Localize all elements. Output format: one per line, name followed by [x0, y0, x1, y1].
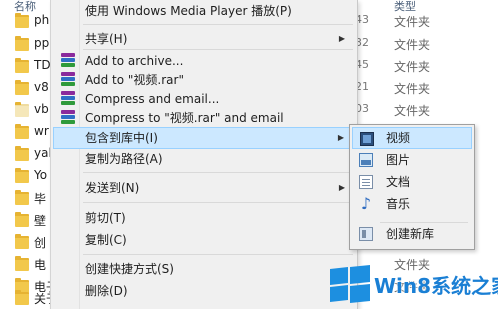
winrar-icon	[61, 53, 75, 68]
menu-item-label: 剪切(T)	[85, 211, 126, 225]
submenu-item-videos[interactable]: 视频	[352, 127, 472, 149]
folder-icon	[15, 256, 29, 271]
file-type: 文件夹	[394, 104, 431, 118]
menu-item-delete[interactable]: 删除(D)	[53, 280, 355, 302]
submenu-item-music[interactable]: ♪ 音乐	[352, 193, 472, 215]
file-type: 文件夹	[394, 15, 431, 29]
menu-item-label: 发送到(N)	[85, 181, 140, 195]
menu-item-label: 复制(C)	[85, 233, 127, 247]
folder-icon	[15, 146, 29, 161]
folder-icon	[15, 212, 29, 227]
file-name: TD	[34, 58, 51, 72]
folder-icon	[15, 168, 29, 183]
file-type: 文件夹	[394, 38, 431, 52]
file-name: 毕	[34, 192, 47, 206]
file-name: ph	[34, 13, 50, 27]
context-menu: 使用 Windows Media Player 播放(P) 共享(H) ▶ Ad…	[50, 0, 358, 309]
menu-item-cut[interactable]: 剪切(T)	[53, 207, 355, 229]
menu-item-create-shortcut[interactable]: 创建快捷方式(S)	[53, 258, 355, 280]
file-name: v8	[34, 80, 49, 94]
menu-item-label: Compress to "视频.rar" and email	[85, 111, 284, 125]
menu-separator	[83, 202, 353, 203]
menu-item-label: 复制为路径(A)	[85, 152, 163, 166]
winrar-icon	[61, 72, 75, 87]
file-type: 文件夹	[394, 60, 431, 74]
menu-item-copy[interactable]: 复制(C)	[53, 229, 355, 251]
submenu-item-label: 图片	[386, 153, 411, 167]
folder-icon	[15, 290, 29, 305]
music-note-icon: ♪	[360, 194, 372, 213]
video-library-icon	[360, 132, 374, 146]
picture-library-icon	[359, 153, 373, 167]
file-name: wr	[34, 124, 49, 138]
submenu-item-label: 创建新库	[386, 227, 435, 241]
submenu-item-label: 视频	[386, 131, 411, 145]
folder-icon	[15, 80, 29, 95]
file-name: 创	[34, 236, 47, 250]
menu-item-include-in-library[interactable]: 包含到库中(I) ▶	[53, 127, 355, 149]
submenu-item-label: 文档	[386, 175, 411, 189]
menu-item-label: 创建快捷方式(S)	[85, 262, 174, 276]
menu-item-compress-rar-email[interactable]: Compress to "视频.rar" and email	[53, 107, 355, 129]
menu-separator	[83, 254, 353, 255]
file-name: vb	[34, 102, 49, 116]
windows-logo-icon	[330, 264, 370, 304]
menu-item-play-wmp[interactable]: 使用 Windows Media Player 播放(P)	[53, 0, 355, 22]
winrar-icon	[61, 110, 75, 125]
document-library-icon	[359, 175, 373, 189]
submenu-item-documents[interactable]: 文档	[352, 171, 472, 193]
submenu-arrow-icon: ▶	[338, 34, 345, 43]
menu-item-share[interactable]: 共享(H) ▶	[53, 28, 355, 50]
file-name: 壁	[34, 214, 47, 228]
menu-item-send-to[interactable]: 发送到(N) ▶	[53, 177, 355, 199]
file-name: Yo	[34, 168, 48, 182]
file-type: 文件夹	[394, 82, 431, 96]
menu-separator	[83, 24, 353, 25]
file-name: 电	[34, 258, 47, 272]
menu-item-label: 删除(D)	[85, 284, 128, 298]
submenu-item-label: 音乐	[386, 197, 411, 211]
new-library-icon	[359, 227, 373, 241]
submenu-arrow-icon: ▶	[338, 183, 345, 192]
menu-item-label: 使用 Windows Media Player 播放(P)	[85, 4, 292, 18]
folder-icon	[15, 124, 29, 139]
folder-icon	[15, 13, 29, 28]
folder-icon	[15, 190, 29, 205]
folder-icon	[15, 36, 29, 51]
folder-icon	[15, 58, 29, 73]
site-watermark: Win8系统之家	[330, 262, 498, 306]
folder-icon	[15, 234, 29, 249]
submenu-item-pictures[interactable]: 图片	[352, 149, 472, 171]
file-name: pp	[34, 36, 50, 50]
submenu-arrow-icon: ▶	[337, 133, 344, 142]
menu-item-copy-as-path[interactable]: 复制为路径(A)	[53, 148, 355, 170]
watermark-text: Win8系统之家	[374, 274, 498, 298]
menu-item-label: 包含到库中(I)	[85, 131, 158, 145]
menu-separator	[83, 172, 353, 173]
folder-icon	[15, 102, 29, 117]
library-submenu: 视频 图片 文档 ♪ 音乐 创建新库	[349, 124, 475, 250]
submenu-item-create-library[interactable]: 创建新库	[352, 223, 472, 245]
menu-item-label: 共享(H)	[85, 32, 128, 46]
winrar-icon	[61, 91, 75, 106]
